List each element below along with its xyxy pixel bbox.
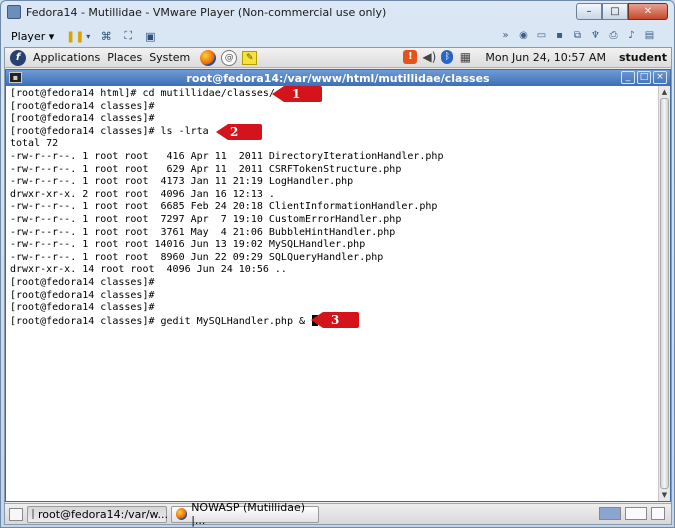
terminal-line: -rw-r--r--. 1 root root 8960 Jun 22 09:2… [10,251,384,263]
terminal-maximize-button[interactable]: □ [637,71,651,84]
terminal-line: drwxr-xr-x. 14 root root 4096 Jun 24 10:… [10,264,287,276]
terminal-line: -rw-r--r--. 1 root root 416 Apr 11 2011 … [10,150,444,162]
sound-icon[interactable]: ♪ [624,28,639,43]
close-button[interactable]: ✕ [628,3,668,20]
terminal-command-text: [root@fedora14 classes]# gedit MySQLHand… [10,315,306,327]
taskbar-item-terminal[interactable]: root@fedora14:/var/w... [27,505,169,523]
gnome-top-panel: f Applications Places System @ ✎ ! ◀) ᛒ … [5,48,671,68]
places-menu[interactable]: Places [107,51,142,64]
terminal-line: total 72 [10,138,59,150]
floppy-icon[interactable]: ▪ [552,28,567,43]
panel-status-area: ! ◀) ᛒ ▦ Mon Jun 24, 10:57 AM student [403,50,667,64]
scroll-down-arrow-icon[interactable]: ▼ [659,489,670,501]
annotation-label-2: 2 [228,124,263,140]
scrollbar-thumb[interactable] [660,98,669,489]
terminal-line: [root@fedora14 classes]# [10,276,155,288]
terminal-line: -rw-r--r--. 1 root root 3761 May 4 21:06… [10,226,396,238]
panel-clock[interactable]: Mon Jun 24, 10:57 AM [485,51,606,64]
bluetooth-icon[interactable]: ᛒ [441,50,454,64]
arrow-left-icon [216,124,228,140]
workspace-2[interactable] [625,507,647,520]
terminal-line: -rw-r--r--. 1 root root 629 Apr 11 2011 … [10,163,402,175]
display-icon[interactable]: ▤ [642,28,657,43]
terminal-line: [root@fedora14 html]# cd mutillidae/clas… [10,88,275,99]
terminal-scrollbar[interactable]: ▲ ▼ [658,86,670,501]
gnome-bottom-panel: root@fedora14:/var/w... NOWASP (Mutillid… [5,501,671,527]
terminal-line: -rw-r--r--. 1 root root 7297 Apr 7 19:10… [10,213,402,225]
arrow-left-icon [311,312,323,328]
show-desktop-button[interactable] [9,507,23,521]
network-icon[interactable]: ⧉ [570,28,585,43]
minimize-button[interactable]: – [576,3,602,20]
terminal-titlebar[interactable]: ▪ root@fedora14:/var/www/html/mutillidae… [6,70,670,86]
annotation-label-1: 1 [284,86,323,102]
terminal-line: -rw-r--r--. 1 root root 4173 Jan 11 21:1… [10,176,354,188]
fedora-logo-icon[interactable]: f [10,49,26,66]
terminal-line: -rw-r--r--. 1 root root 6685 Feb 24 20:1… [10,201,438,213]
terminal-line: [root@fedora14 classes]# ls -lrta [10,125,209,137]
network-status-icon[interactable]: ▦ [458,50,472,64]
send-ctrl-alt-del-icon[interactable]: ⌘ [98,29,114,43]
terminal-line: [root@fedora14 classes]# [10,100,155,112]
vm-window-title: Fedora14 - Mutillidae - VMware Player (N… [26,5,387,19]
taskbar-item-firefox[interactable]: NOWASP (Mutillidae) |... [171,501,319,527]
terminal-line: [root@fedora14 classes]# [10,113,155,125]
arrow-left-icon [272,86,284,102]
vm-caption-buttons: – □ ✕ [576,3,668,20]
vm-toolbar: Player ▾ ❚❚ ▾ ⌘ ⛶ ▣ » ◉ ▭ ▪ ⧉ ♆ ⎙ ♪ ▤ [4,25,671,47]
fullscreen-icon[interactable]: ⛶ [120,29,136,43]
vmware-app-icon [7,5,21,19]
vmware-player-window: Fedora14 - Mutillidae - VMware Player (N… [0,0,675,528]
terminal-minimize-button[interactable]: _ [621,71,635,84]
annotation-label-3: 3 [323,312,360,328]
volume-icon[interactable]: ◀) [422,50,436,64]
firefox-launcher-icon[interactable] [200,49,217,66]
taskbar-item-label: root@fedora14:/var/w... [38,507,169,521]
maximize-button[interactable]: □ [602,3,628,20]
chevron-down-icon[interactable]: ▾ [84,29,92,43]
workspace-switcher [599,507,665,520]
chevron-right-icon[interactable]: » [498,28,513,43]
notes-launcher-icon[interactable]: ✎ [242,50,258,65]
annotation-arrow-3: 3 [311,312,360,328]
user-menu[interactable]: student [619,51,667,64]
terminal-line: [root@fedora14 classes]# [10,289,155,301]
pause-icon[interactable]: ❚❚ [66,29,84,43]
terminal-title: root@fedora14:/var/www/html/mutillidae/c… [186,71,490,85]
scroll-up-arrow-icon[interactable]: ▲ [659,86,670,98]
player-menu-label: Player [11,29,46,43]
cdrom-icon[interactable]: ◉ [516,28,531,43]
applications-menu[interactable]: Applications [33,51,100,64]
unity-icon[interactable]: ▣ [142,29,158,43]
terminal-line: -rw-r--r--. 1 root root 14016 Jun 13 19:… [10,239,366,251]
trash-applet[interactable] [651,507,665,520]
printer-icon[interactable]: ⎙ [606,28,621,43]
player-menu-button[interactable]: Player ▾ [4,27,61,46]
terminal-window-controls: _ □ × [621,71,667,84]
terminal-output[interactable]: [root@fedora14 html]# cd mutillidae/clas… [6,86,658,501]
annotation-arrow-2: 2 [216,124,263,140]
terminal-window: ▪ root@fedora14:/var/www/html/mutillidae… [5,69,671,502]
usb-icon[interactable]: ♆ [588,28,603,43]
system-menu[interactable]: System [149,51,190,64]
terminal-icon [32,509,34,519]
hard-disk-icon[interactable]: ▭ [534,28,549,43]
terminal-icon[interactable]: ▪ [9,72,22,83]
taskbar-item-label: NOWASP (Mutillidae) |... [191,501,306,527]
workspace-1[interactable] [599,507,621,520]
firefox-icon [176,508,188,520]
vm-titlebar[interactable]: Fedora14 - Mutillidae - VMware Player (N… [1,1,674,23]
annotation-arrow-1: 1 [272,86,323,102]
guest-screen[interactable]: f Applications Places System @ ✎ ! ◀) ᛒ … [4,47,672,527]
vm-device-icons: » ◉ ▭ ▪ ⧉ ♆ ⎙ ♪ ▤ [498,28,657,43]
terminal-line: drwxr-xr-x. 2 root root 4096 Jan 16 12:1… [10,188,275,200]
mail-launcher-icon[interactable]: @ [221,49,238,66]
updates-icon[interactable]: ! [403,50,418,64]
terminal-close-button[interactable]: × [653,71,667,84]
